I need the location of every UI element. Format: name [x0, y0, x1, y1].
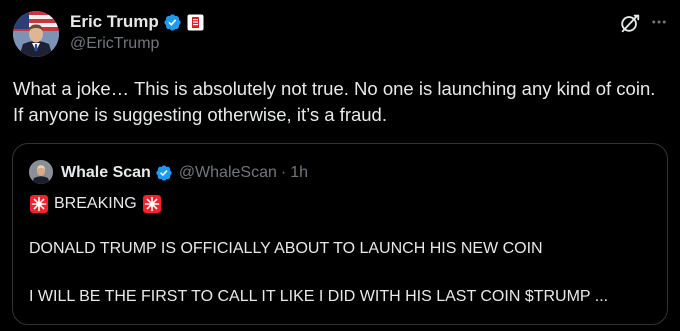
affiliate-badge-icon[interactable] — [187, 14, 204, 31]
quoted-line-headline: DONALD TRUMP IS OFFICIALLY ABOUT TO LAUN… — [29, 240, 543, 257]
quoted-line-call: I WILL BE THE FIRST TO CALL IT LIKE I DI… — [29, 288, 609, 305]
quoted-author-handle[interactable]: @WhaleScan — [179, 164, 277, 182]
quoted-timestamp[interactable]: 1h — [290, 164, 308, 182]
author-handle[interactable]: @EricTrump — [70, 35, 159, 53]
siren-icon — [142, 194, 162, 214]
quoted-tweet[interactable]: Whale Scan @WhaleScan · 1h BREAKING DONA… — [12, 143, 668, 325]
author-name[interactable]: Eric Trump — [70, 12, 159, 32]
grok-icon[interactable] — [618, 11, 642, 35]
quoted-verified-badge-icon[interactable] — [155, 164, 173, 182]
more-horizontal-icon[interactable] — [648, 11, 670, 33]
quoted-author-avatar[interactable] — [29, 160, 53, 184]
quoted-line-breaking: BREAKING — [29, 194, 162, 214]
author-avatar[interactable] — [13, 11, 59, 57]
quoted-separator: · — [280, 164, 287, 181]
tweet-card: Eric Trump @EricTrump What a joke… This … — [0, 0, 680, 331]
quoted-avatar-photo-icon — [29, 160, 53, 184]
tweet-text: What a joke… This is absolutely not true… — [13, 78, 656, 125]
verified-badge-icon[interactable] — [163, 13, 182, 32]
avatar-photo-icon — [13, 11, 59, 57]
siren-icon — [29, 194, 49, 214]
author-name-line: Eric Trump — [70, 11, 204, 33]
quoted-breaking-text: BREAKING — [54, 195, 137, 212]
quoted-header: Whale Scan @WhaleScan · 1h — [61, 162, 308, 184]
quoted-author-name[interactable]: Whale Scan — [61, 164, 151, 182]
